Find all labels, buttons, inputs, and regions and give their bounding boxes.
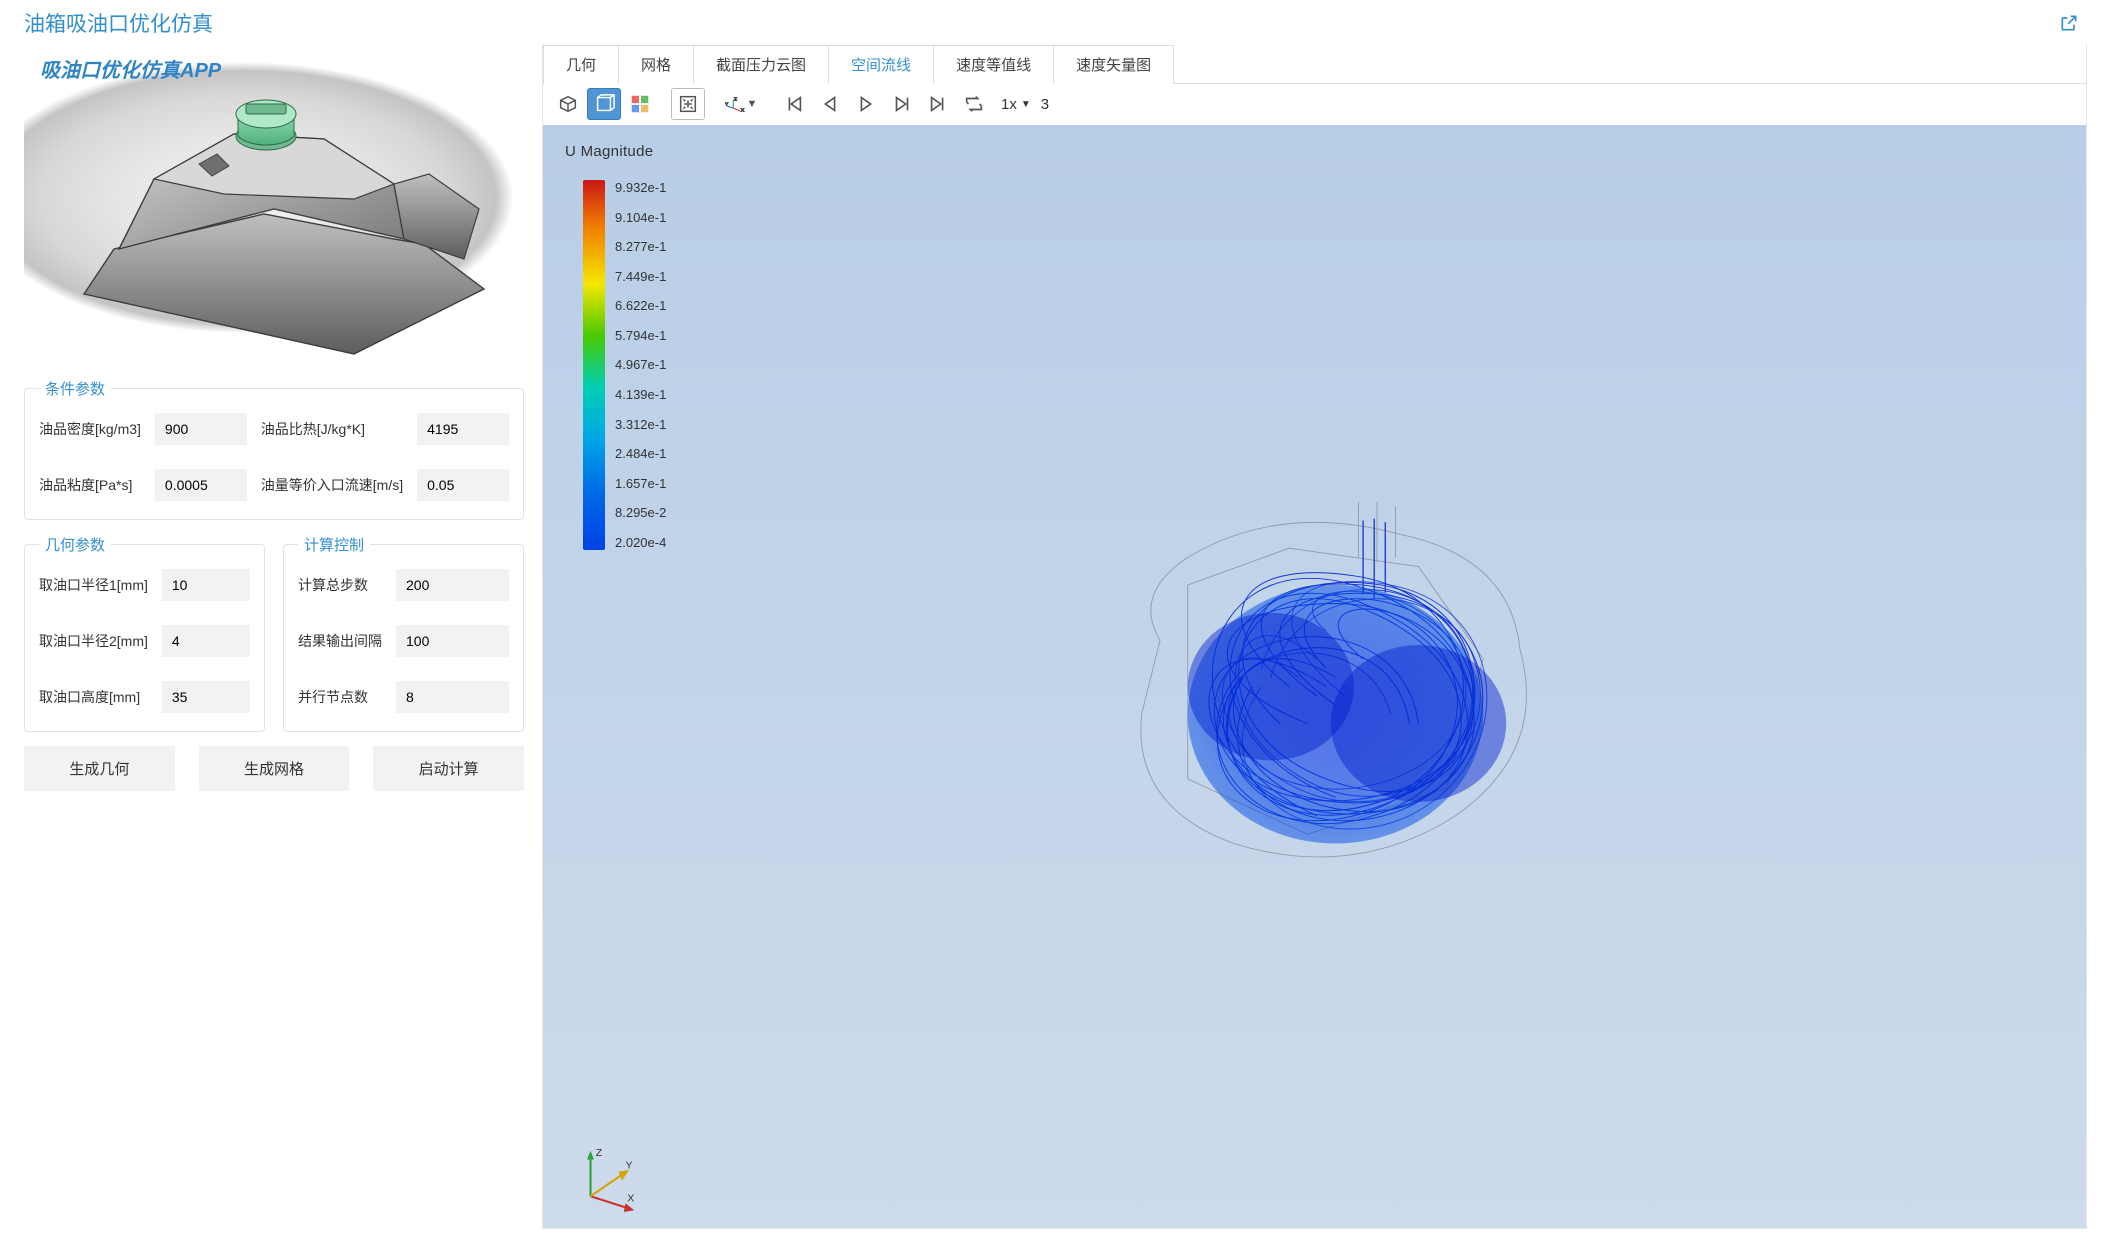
legend-tick: 1.657e-1 xyxy=(615,476,666,491)
last-frame-icon[interactable] xyxy=(921,88,955,120)
h-label: 取油口高度[mm] xyxy=(39,687,148,707)
action-bar: 生成几何 生成网格 启动计算 xyxy=(24,746,524,791)
r2-label: 取油口半径2[mm] xyxy=(39,631,148,651)
orientation-axes-icon: Z X Y xyxy=(573,1142,643,1212)
streamline-visualisation xyxy=(1046,446,1606,926)
fit-view-icon[interactable] xyxy=(671,88,705,120)
dual-fieldsets: 几何参数 取油口半径1[mm] 取油口半径2[mm] 取油口高度[mm] 计算控… xyxy=(24,534,524,732)
cube-wire-icon[interactable] xyxy=(587,88,621,120)
out-input[interactable] xyxy=(396,625,509,657)
legend-tick: 8.295e-2 xyxy=(615,505,666,520)
h-input[interactable] xyxy=(162,681,250,713)
viewer-panel: 几何 网格 截面压力云图 空间流线 速度等值线 速度矢量图 ZXY▼ 1x▼ 3 xyxy=(542,44,2087,1229)
specificheat-input[interactable] xyxy=(417,413,509,445)
conditions-legend: 条件参数 xyxy=(39,378,111,399)
generate-geometry-button[interactable]: 生成几何 xyxy=(24,746,175,791)
density-input[interactable] xyxy=(155,413,247,445)
viscosity-input[interactable] xyxy=(155,469,247,501)
steps-input[interactable] xyxy=(396,569,509,601)
generate-mesh-button[interactable]: 生成网格 xyxy=(199,746,350,791)
viewer-tabs: 几何 网格 截面压力云图 空间流线 速度等值线 速度矢量图 xyxy=(543,44,2086,84)
r1-input[interactable] xyxy=(162,569,250,601)
prev-frame-icon[interactable] xyxy=(813,88,847,120)
inletvel-input[interactable] xyxy=(417,469,509,501)
legend-tick: 8.277e-1 xyxy=(615,239,666,254)
viewer-toolbar: ZXY▼ 1x▼ 3 xyxy=(543,84,2086,125)
color-legend: 9.932e-1 9.104e-1 8.277e-1 7.449e-1 6.622e-1… xyxy=(583,180,666,550)
legend-tick: 6.622e-1 xyxy=(615,298,666,313)
compute-legend: 计算控制 xyxy=(298,534,370,555)
loop-icon[interactable] xyxy=(957,88,991,120)
play-icon[interactable] xyxy=(849,88,883,120)
inletvel-label: 油量等价入口流速[m/s] xyxy=(261,475,403,495)
app-title: 油箱吸油口优化仿真 xyxy=(24,8,213,38)
axes-orientation-icon[interactable]: ZXY▼ xyxy=(719,88,763,120)
legend-title: U Magnitude xyxy=(565,143,653,160)
tab-streamlines[interactable]: 空间流线 xyxy=(828,45,934,84)
frame-number: 3 xyxy=(1041,96,1049,113)
cube-solid-icon[interactable] xyxy=(551,88,585,120)
legend-tick: 5.794e-1 xyxy=(615,328,666,343)
para-input[interactable] xyxy=(396,681,509,713)
viscosity-label: 油品粘度[Pa*s] xyxy=(39,475,141,495)
playback-speed[interactable]: 1x▼ xyxy=(1001,96,1031,113)
legend-tick: 2.484e-1 xyxy=(615,446,666,461)
steps-label: 计算总步数 xyxy=(298,575,382,595)
legend-ticks: 9.932e-1 9.104e-1 8.277e-1 7.449e-1 6.622e-1… xyxy=(615,180,666,550)
geometry-legend: 几何参数 xyxy=(39,534,111,555)
svg-text:Y: Y xyxy=(626,1159,633,1171)
first-frame-icon[interactable] xyxy=(777,88,811,120)
specificheat-label: 油品比热[J/kg*K] xyxy=(261,419,403,439)
start-compute-button[interactable]: 启动计算 xyxy=(373,746,524,791)
tab-velocity-isolines[interactable]: 速度等值线 xyxy=(933,45,1054,84)
svg-text:X: X xyxy=(740,108,744,114)
model-thumbnail: 吸油口优化仿真APP xyxy=(24,44,524,364)
density-label: 油品密度[kg/m3] xyxy=(39,419,141,439)
tab-geometry[interactable]: 几何 xyxy=(543,45,619,84)
conditions-grid: 油品密度[kg/m3] 油品比热[J/kg*K] 油品粘度[Pa*s] 油量等价… xyxy=(39,413,509,501)
para-label: 并行节点数 xyxy=(298,687,382,707)
out-label: 结果输出间隔 xyxy=(298,631,382,651)
legend-tick: 4.967e-1 xyxy=(615,357,666,372)
r2-input[interactable] xyxy=(162,625,250,657)
tab-pressure-contour[interactable]: 截面压力云图 xyxy=(693,45,829,84)
tab-velocity-vectors[interactable]: 速度矢量图 xyxy=(1053,45,1174,84)
r1-label: 取油口半径1[mm] xyxy=(39,575,148,595)
open-external-icon[interactable] xyxy=(2059,13,2079,33)
color-gradient xyxy=(583,180,605,550)
svg-text:Z: Z xyxy=(733,97,736,103)
svg-text:Z: Z xyxy=(596,1147,603,1159)
app-header: 油箱吸油口优化仿真 xyxy=(0,0,2103,44)
legend-tick: 3.312e-1 xyxy=(615,417,666,432)
legend-tick: 9.932e-1 xyxy=(615,180,666,195)
conditions-fieldset: 条件参数 油品密度[kg/m3] 油品比热[J/kg*K] 油品粘度[Pa*s]… xyxy=(24,378,524,520)
oil-tank-render xyxy=(24,44,524,364)
legend-tick: 4.139e-1 xyxy=(615,387,666,402)
legend-tick: 7.449e-1 xyxy=(615,269,666,284)
main-layout: 吸油口优化仿真APP xyxy=(0,44,2103,1245)
tab-mesh[interactable]: 网格 xyxy=(618,45,694,84)
grid-colors-icon[interactable] xyxy=(623,88,657,120)
svg-text:X: X xyxy=(627,1193,634,1205)
geometry-fieldset: 几何参数 取油口半径1[mm] 取油口半径2[mm] 取油口高度[mm] xyxy=(24,534,265,732)
legend-tick: 9.104e-1 xyxy=(615,210,666,225)
compute-fieldset: 计算控制 计算总步数 结果输出间隔 并行节点数 xyxy=(283,534,524,732)
legend-tick: 2.020e-4 xyxy=(615,535,666,550)
next-frame-icon[interactable] xyxy=(885,88,919,120)
viewport-3d[interactable]: U Magnitude 9.932e-1 9.104e-1 8.277e-1 7.44… xyxy=(543,125,2086,1228)
left-panel: 吸油口优化仿真APP xyxy=(24,44,524,1229)
